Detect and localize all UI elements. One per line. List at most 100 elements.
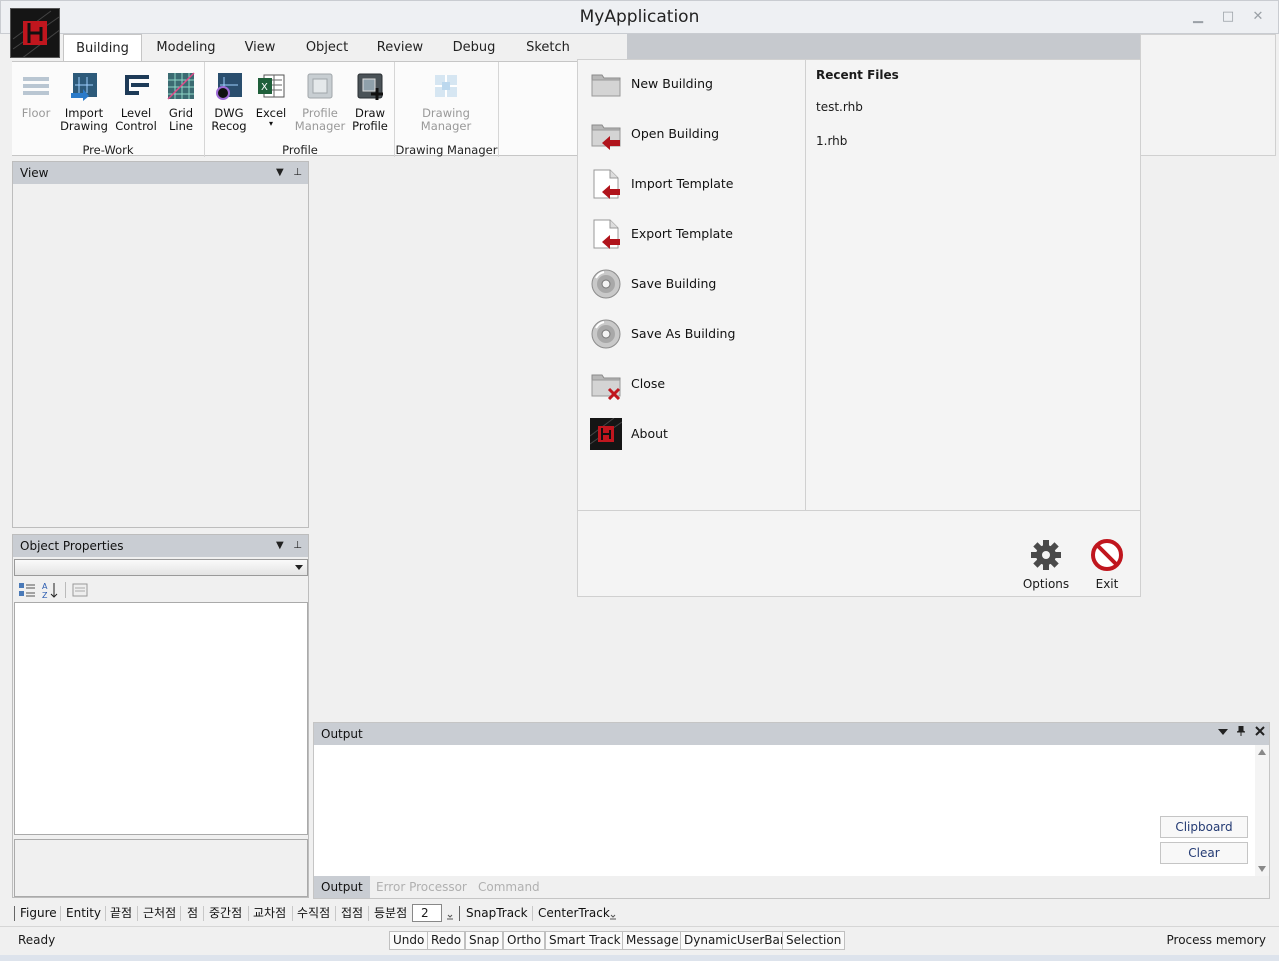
maximize-button[interactable]: □ bbox=[1221, 10, 1235, 24]
scroll-down-icon[interactable] bbox=[1258, 866, 1266, 872]
output-scrollbar[interactable] bbox=[1255, 745, 1269, 876]
snap-point[interactable]: 점 bbox=[184, 905, 201, 922]
excel-button[interactable]: X Excel ▾ bbox=[252, 71, 290, 128]
toolbar-separator bbox=[65, 582, 66, 598]
property-grid[interactable] bbox=[14, 602, 308, 835]
tab-building[interactable]: Building bbox=[63, 34, 142, 61]
pin-icon[interactable]: ⊥ bbox=[293, 540, 302, 551]
center-track-toggle[interactable]: CenterTrack bbox=[535, 905, 613, 922]
snap-entity[interactable]: Entity bbox=[63, 905, 104, 922]
toolbar-grip[interactable] bbox=[14, 906, 15, 921]
grid-line-button[interactable]: Grid Line bbox=[162, 71, 200, 133]
app-logo-icon bbox=[590, 418, 622, 450]
export-template-item[interactable]: Export Template bbox=[590, 216, 800, 252]
status-bar: Ready Undo Redo Snap Ortho Smart Track M… bbox=[0, 926, 1279, 954]
redo-button[interactable]: Redo bbox=[427, 931, 466, 950]
no-entry-icon bbox=[1091, 539, 1123, 571]
drawing-manager-button[interactable]: Drawing Manager bbox=[418, 71, 474, 133]
dynamic-user-bar-button[interactable]: DynamicUserBar bbox=[680, 931, 789, 950]
tab-command[interactable]: Command bbox=[471, 876, 547, 898]
profile-manager-icon bbox=[307, 73, 333, 99]
close-item[interactable]: Close bbox=[590, 366, 800, 402]
snap-midpoint[interactable]: 중간점 bbox=[206, 905, 245, 922]
group-label-pre-work: Pre-Work bbox=[82, 143, 134, 157]
smart-track-button[interactable]: Smart Track bbox=[545, 931, 625, 950]
selection-button[interactable]: Selection bbox=[782, 931, 846, 950]
group-separator bbox=[498, 62, 499, 157]
about-item[interactable]: About bbox=[590, 416, 800, 452]
profile-manager-button[interactable]: Profile Manager bbox=[294, 71, 346, 133]
panel-menu-icon[interactable] bbox=[1217, 728, 1228, 736]
properties-toolbar: AZ bbox=[14, 579, 308, 601]
draw-profile-icon bbox=[357, 73, 383, 100]
categorized-icon[interactable] bbox=[18, 581, 36, 599]
overflow-chevron-icon[interactable] bbox=[610, 913, 616, 921]
disc-icon bbox=[591, 269, 621, 299]
undo-button[interactable]: Undo bbox=[389, 931, 429, 950]
recent-file-item[interactable]: test.rhb bbox=[816, 100, 863, 114]
drawing-manager-icon bbox=[435, 75, 457, 97]
snap-button[interactable]: Snap bbox=[465, 931, 504, 950]
exit-button[interactable]: Exit bbox=[1086, 538, 1128, 591]
export-template-icon bbox=[593, 219, 620, 249]
snap-endpoint[interactable]: 끝점 bbox=[107, 905, 135, 922]
tab-modeling[interactable]: Modeling bbox=[148, 34, 224, 61]
save-as-building-item[interactable]: Save As Building bbox=[590, 316, 800, 352]
minimize-button[interactable]: ▁ bbox=[1191, 10, 1205, 24]
close-button[interactable]: ✕ bbox=[1251, 10, 1265, 24]
level-control-button[interactable]: Level Control bbox=[114, 71, 158, 133]
svg-text:Z: Z bbox=[42, 591, 48, 599]
output-panel-header: Output bbox=[314, 723, 1269, 745]
panel-menu-icon[interactable]: ▼ bbox=[276, 167, 284, 178]
view-panel: View ▼ ⊥ bbox=[12, 161, 309, 528]
open-building-item[interactable]: Open Building bbox=[590, 116, 800, 152]
tab-object[interactable]: Object bbox=[298, 34, 356, 61]
clear-button[interactable]: Clear bbox=[1160, 842, 1248, 864]
draw-profile-button[interactable]: Draw Profile bbox=[348, 71, 392, 133]
toolbar-grip[interactable] bbox=[459, 906, 460, 921]
gear-icon bbox=[1031, 540, 1061, 570]
chevron-down-icon bbox=[295, 565, 303, 570]
tab-error-processor[interactable]: Error Processor bbox=[369, 876, 474, 898]
panel-menu-icon[interactable]: ▼ bbox=[276, 540, 284, 551]
alphabetical-sort-icon[interactable]: AZ bbox=[41, 581, 59, 599]
ribbon-panel: Floor Import Drawing Level Control Grid … bbox=[12, 61, 577, 157]
new-building-item[interactable]: New Building bbox=[590, 66, 800, 102]
ortho-button[interactable]: Ortho bbox=[503, 931, 546, 950]
import-drawing-button[interactable]: Import Drawing bbox=[58, 71, 110, 133]
tab-sketch[interactable]: Sketch bbox=[518, 34, 578, 61]
dwg-recog-button[interactable]: DWG Recog bbox=[209, 71, 249, 133]
svg-text:X: X bbox=[261, 82, 268, 93]
options-button[interactable]: Options bbox=[1018, 538, 1074, 591]
app-logo-icon[interactable] bbox=[10, 8, 60, 58]
floor-button[interactable]: Floor bbox=[16, 71, 56, 120]
import-template-item[interactable]: Import Template bbox=[590, 166, 800, 202]
divide-count-input[interactable]: 2 bbox=[412, 904, 442, 922]
snap-intersection[interactable]: 교차점 bbox=[250, 905, 289, 922]
tab-debug[interactable]: Debug bbox=[446, 34, 502, 61]
snap-tangent[interactable]: 접점 bbox=[338, 905, 366, 922]
snap-figure[interactable]: Figure bbox=[17, 905, 60, 922]
overflow-chevron-icon[interactable] bbox=[447, 913, 453, 921]
window-bottom-edge bbox=[0, 955, 1279, 961]
object-select[interactable] bbox=[14, 559, 308, 576]
pin-icon[interactable] bbox=[1237, 725, 1246, 736]
object-properties-panel: Object Properties ▼ ⊥ AZ bbox=[12, 534, 309, 898]
snap-perpendicular[interactable]: 수직점 bbox=[294, 905, 333, 922]
recent-file-item[interactable]: 1.rhb bbox=[816, 134, 847, 148]
scroll-up-icon[interactable] bbox=[1258, 749, 1266, 755]
pin-icon[interactable]: ⊥ bbox=[293, 167, 302, 178]
snap-nearest[interactable]: 근처점 bbox=[140, 905, 179, 922]
tab-output[interactable]: Output bbox=[314, 876, 370, 898]
ribbon-tab-bar: Building Modeling View Object Review Deb… bbox=[0, 34, 627, 61]
save-building-item[interactable]: Save Building bbox=[590, 266, 800, 302]
snap-divide[interactable]: 등분점 bbox=[371, 905, 410, 922]
property-pages-icon[interactable] bbox=[71, 581, 89, 599]
tab-review[interactable]: Review bbox=[370, 34, 430, 61]
snap-track-toggle[interactable]: SnapTrack bbox=[463, 905, 531, 922]
message-button[interactable]: Message bbox=[622, 931, 683, 950]
clipboard-button[interactable]: Clipboard bbox=[1160, 816, 1248, 838]
excel-dropdown-arrow[interactable]: ▾ bbox=[252, 120, 290, 128]
tab-view[interactable]: View bbox=[236, 34, 284, 61]
close-icon[interactable] bbox=[1255, 726, 1265, 736]
